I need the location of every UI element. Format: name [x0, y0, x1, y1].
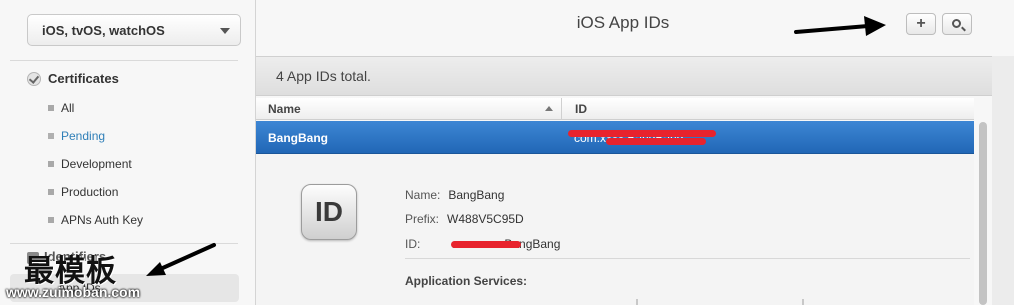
app-id-badge-icon: ID — [301, 184, 357, 240]
divider — [10, 60, 238, 61]
sidebar-item-all[interactable]: All — [48, 101, 74, 115]
bullet-icon — [48, 133, 54, 139]
sidebar-item-apns-auth-key[interactable]: APNs Auth Key — [48, 213, 143, 227]
detail-label: Name: — [405, 188, 441, 202]
certificate-icon — [27, 71, 41, 86]
detail-value: BangBang — [448, 188, 505, 202]
detail-label: Prefix: — [405, 212, 440, 226]
column-divider — [561, 98, 562, 120]
add-app-id-button[interactable]: + — [906, 13, 936, 35]
redaction-mark — [606, 138, 706, 145]
sidebar-item-label: Pending — [61, 129, 106, 143]
divider — [405, 258, 970, 259]
detail-prefix: Prefix: W488V5C95D — [405, 212, 524, 226]
application-services-label: Application Services: — [405, 274, 528, 288]
annotation-arrow-icon — [794, 16, 886, 36]
platform-select-label: iOS, tvOS, watchOS — [42, 22, 165, 38]
sidebar-item-label: Development — [61, 157, 132, 171]
row-name: BangBang — [268, 131, 328, 145]
divider — [636, 299, 638, 305]
badge-text: ID — [315, 196, 343, 227]
detail-name: Name: BangBang — [405, 188, 504, 202]
search-icon — [951, 18, 961, 28]
table-header: Name ID — [256, 98, 974, 120]
sidebar-item-label: APNs Auth Key — [61, 213, 144, 227]
sidebar-item-label: Production — [61, 185, 119, 199]
detail-value: W488V5C95D — [447, 212, 524, 226]
table-row[interactable]: BangBang com.xxxx.BangBang — [256, 121, 974, 154]
divider — [802, 299, 804, 305]
search-button[interactable] — [942, 13, 972, 35]
sidebar: iOS, tvOS, watchOS Certificates All Pend… — [0, 0, 256, 305]
sidebar-item-production[interactable]: Production — [48, 185, 118, 199]
chevron-down-icon — [220, 28, 230, 34]
sidebar-item-label: All — [61, 101, 75, 115]
detail-label: ID: — [405, 237, 421, 251]
bullet-icon — [48, 217, 54, 223]
sidebar-item-pending[interactable]: Pending — [48, 129, 105, 143]
bullet-icon — [48, 105, 54, 111]
platform-select[interactable]: iOS, tvOS, watchOS — [27, 14, 241, 46]
scrollbar-thumb[interactable] — [979, 122, 987, 305]
main-panel: iOS App IDs + 4 App IDs total. Name ID B… — [256, 0, 1014, 305]
watermark-url: www.zuimoban.com — [6, 284, 141, 300]
column-header-name[interactable]: Name — [268, 102, 301, 116]
bullet-icon — [48, 161, 54, 167]
redaction-mark — [451, 241, 521, 248]
section-certificates[interactable]: Certificates — [27, 71, 119, 86]
scrollbar-track[interactable] — [992, 56, 1014, 305]
annotation-arrow-icon — [146, 243, 216, 276]
column-header-id[interactable]: ID — [575, 102, 587, 116]
summary-bar: 4 App IDs total. — [256, 56, 992, 96]
plus-icon: + — [916, 15, 926, 32]
bullet-icon — [48, 189, 54, 195]
app-id-count: 4 App IDs total. — [276, 68, 371, 84]
redaction-mark — [568, 130, 716, 137]
sidebar-item-development[interactable]: Development — [48, 157, 132, 171]
app-id-detail: ID Name:BangBang Prefix:W488V5C95D ID:co… — [256, 154, 974, 305]
sort-ascending-icon[interactable] — [545, 106, 553, 111]
section-certificates-label: Certificates — [48, 71, 119, 86]
